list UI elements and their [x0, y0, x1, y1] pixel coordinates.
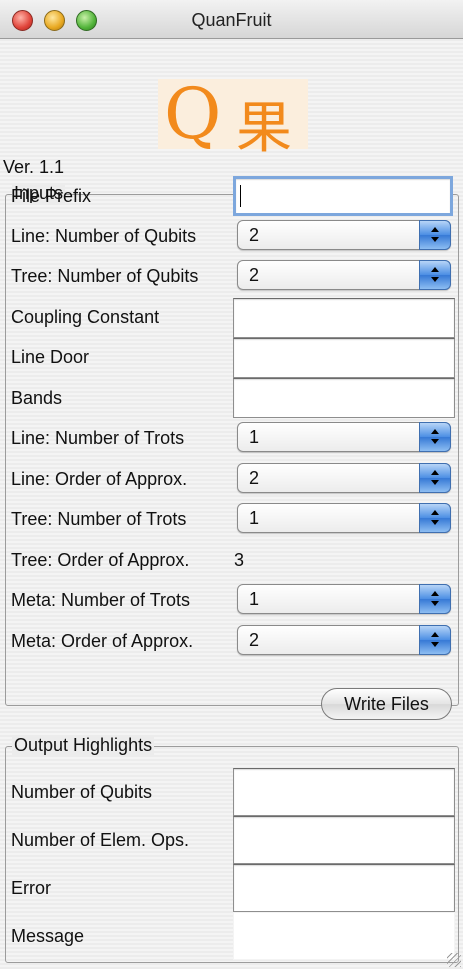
line-trots-value: 1 [249, 427, 260, 447]
resize-grip-icon[interactable] [447, 953, 461, 967]
line-trots-select[interactable]: 1 [237, 422, 451, 452]
tree-order-value: 3 [234, 550, 245, 570]
file-prefix-input[interactable] [233, 176, 453, 216]
line-trots-label: Line: Number of Trots [11, 428, 185, 448]
app-logo: Q 果 [158, 73, 308, 161]
text-caret [240, 185, 241, 207]
message-output[interactable] [233, 912, 455, 960]
popup-arrows-icon [419, 260, 451, 290]
line-qubits-value: 2 [249, 225, 260, 245]
file-prefix-label: File Prefix [11, 186, 92, 206]
error-label: Error [11, 878, 51, 898]
num-elem-ops-label: Number of Elem. Ops. [11, 830, 190, 850]
logo-letter: Q [164, 73, 222, 155]
tree-qubits-select[interactable]: 2 [237, 260, 451, 290]
line-order-select[interactable]: 2 [237, 463, 451, 493]
popup-arrows-icon [419, 584, 451, 614]
num-qubits-label: Number of Qubits [11, 782, 153, 802]
tree-order-label: Tree: Order of Approx. [11, 550, 190, 570]
version-label: Ver. 1.1 [3, 157, 65, 177]
line-qubits-select[interactable]: 2 [237, 220, 451, 250]
popup-arrows-icon [419, 220, 451, 250]
meta-order-select[interactable]: 2 [237, 625, 451, 655]
tree-qubits-value: 2 [249, 265, 260, 285]
popup-arrows-icon [419, 422, 451, 452]
line-door-label: Line Door [11, 347, 90, 367]
bands-input[interactable] [233, 378, 455, 418]
num-qubits-output[interactable] [233, 768, 455, 816]
error-output[interactable] [233, 864, 455, 912]
write-files-button[interactable]: Write Files [321, 688, 452, 720]
popup-arrows-icon [419, 503, 451, 533]
window-content: Q 果 Ver. 1.1 Inputs File Prefix Line: Nu… [0, 39, 463, 969]
tree-trots-select[interactable]: 1 [237, 503, 451, 533]
popup-arrows-icon [419, 625, 451, 655]
meta-trots-value: 1 [249, 589, 260, 609]
coupling-constant-label: Coupling Constant [11, 307, 160, 327]
line-qubits-label: Line: Number of Qubits [11, 226, 197, 246]
num-elem-ops-output[interactable] [233, 816, 455, 864]
title-bar[interactable]: QuanFruit [0, 0, 463, 39]
coupling-constant-input[interactable] [233, 298, 455, 338]
output-legend: Output Highlights [12, 735, 155, 756]
tree-trots-label: Tree: Number of Trots [11, 509, 187, 529]
meta-trots-label: Meta: Number of Trots [11, 590, 191, 610]
logo-kanji: 果 [236, 96, 292, 161]
line-order-label: Line: Order of Approx. [11, 469, 188, 489]
meta-trots-select[interactable]: 1 [237, 584, 451, 614]
line-door-input[interactable] [233, 338, 455, 378]
tree-trots-value: 1 [249, 508, 260, 528]
message-label: Message [11, 926, 85, 946]
popup-arrows-icon [419, 463, 451, 493]
line-order-value: 2 [249, 468, 260, 488]
bands-label: Bands [11, 388, 63, 408]
meta-order-label: Meta: Order of Approx. [11, 631, 194, 651]
tree-qubits-label: Tree: Number of Qubits [11, 266, 199, 286]
meta-order-value: 2 [249, 630, 260, 650]
window-title: QuanFruit [191, 10, 272, 30]
